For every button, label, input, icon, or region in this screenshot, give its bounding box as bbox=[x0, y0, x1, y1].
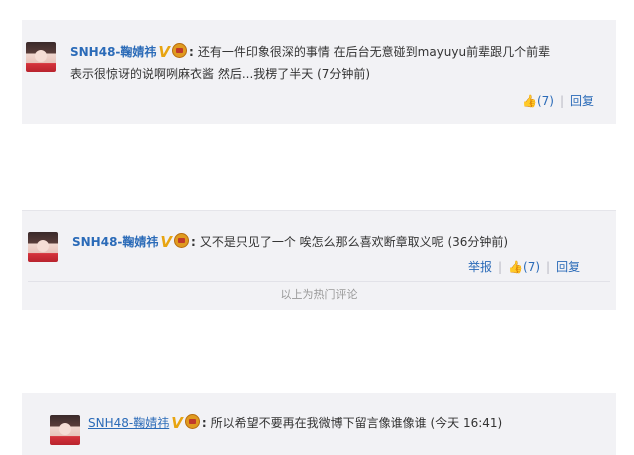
thumb-up-icon[interactable]: 👍 bbox=[522, 94, 537, 108]
hot-comments-footer: 以上为热门评论 bbox=[280, 288, 358, 301]
comment-text-line: 表示很惊讶的说啊咧麻衣酱 然后...我楞了半天 (7分钟前) bbox=[70, 67, 371, 81]
report-link[interactable]: 举报 bbox=[468, 260, 492, 274]
avatar[interactable] bbox=[50, 415, 80, 445]
verified-v-icon: V bbox=[158, 43, 171, 61]
like-count[interactable]: (7) bbox=[523, 260, 540, 274]
avatar[interactable] bbox=[26, 42, 56, 72]
comment-text: 还有一件印象很深的事情 在后台无意碰到mayuyu前辈跟几个前辈 bbox=[197, 45, 551, 59]
comment-text-line: SNH48-鞠婧祎 V: 又不是只见了一个 唉怎么那么喜欢断章取义呢 (36分钟前) bbox=[72, 233, 509, 251]
crown-badge-icon bbox=[184, 414, 200, 429]
verified-v-icon: V bbox=[171, 414, 183, 432]
comment-actions: 👍(7) | 回复 bbox=[522, 94, 595, 108]
avatar[interactable] bbox=[28, 232, 58, 262]
comment-text-line: SNH48-鞠婧祎 V: 所以希望不要再在我微博下留言像谁像谁 (今天 16:41) bbox=[88, 414, 503, 432]
username-link[interactable]: SNH48-鞠婧祎 bbox=[72, 235, 158, 249]
reply-link[interactable]: 回复 bbox=[556, 260, 580, 274]
comment-text: 又不是只见了一个 唉怎么那么喜欢断章取义呢 (36分钟前) bbox=[199, 235, 509, 249]
thumb-up-icon[interactable]: 👍 bbox=[508, 260, 523, 274]
comment-actions: 举报 | 👍(7) | 回复 bbox=[468, 260, 581, 274]
username-link[interactable]: SNH48-鞠婧祎 bbox=[88, 416, 169, 430]
comment-card: SNH48-鞠婧祎 V: 又不是只见了一个 唉怎么那么喜欢断章取义呢 (36分钟前)… bbox=[22, 210, 616, 310]
divider bbox=[28, 281, 610, 282]
crown-badge-icon bbox=[174, 233, 190, 248]
comment-text: 所以希望不要再在我微博下留言像谁像谁 (今天 16:41) bbox=[210, 416, 503, 430]
verified-v-icon: V bbox=[160, 233, 173, 251]
reply-link[interactable]: 回复 bbox=[570, 94, 594, 108]
username-link[interactable]: SNH48-鞠婧祎 bbox=[70, 45, 156, 59]
like-count[interactable]: (7) bbox=[537, 94, 554, 108]
comment-card: SNH48-鞠婧祎 V: 还有一件印象很深的事情 在后台无意碰到mayuyu前辈跟几… bbox=[22, 20, 616, 124]
crown-badge-icon bbox=[172, 43, 188, 58]
comment-card: SNH48-鞠婧祎 V: 所以希望不要再在我微博下留言像谁像谁 (今天 16:41) bbox=[22, 393, 616, 455]
comment-text-line: SNH48-鞠婧祎 V: 还有一件印象很深的事情 在后台无意碰到mayuyu前辈跟几… bbox=[70, 43, 551, 61]
